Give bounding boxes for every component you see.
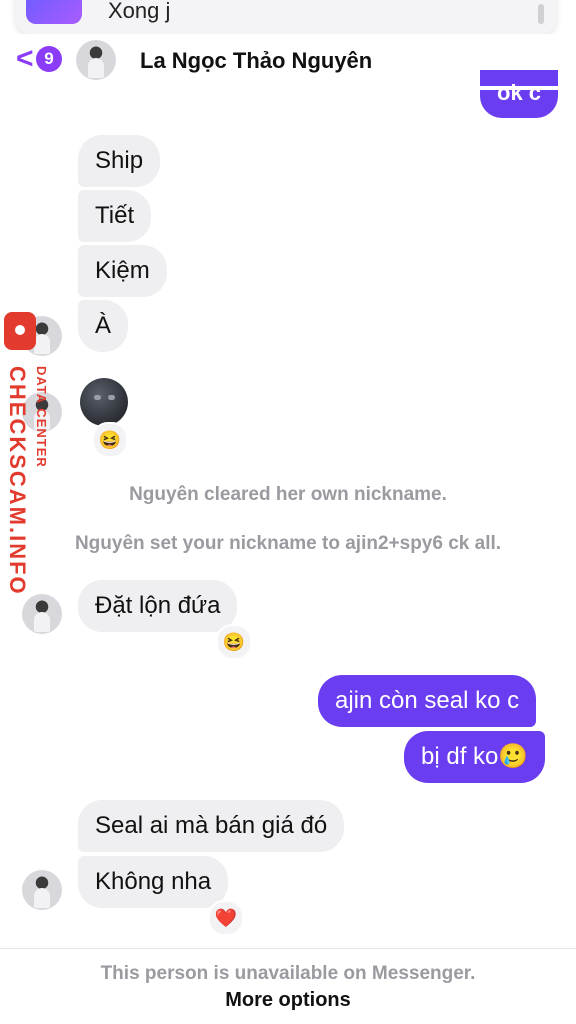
watermark-lock-icon bbox=[4, 312, 36, 350]
back-chevron-icon[interactable]: < bbox=[16, 44, 34, 74]
incoming-message[interactable]: Đặt lộn đứa bbox=[78, 580, 238, 632]
unavailable-notice: This person is unavailable on Messenger. bbox=[100, 963, 476, 984]
contact-avatar[interactable] bbox=[76, 40, 116, 80]
messenger-app-icon bbox=[26, 0, 82, 24]
incoming-message[interactable]: Không nha bbox=[78, 856, 229, 908]
incoming-message[interactable]: Tiết bbox=[78, 190, 152, 242]
notification-text: Xong j bbox=[108, 0, 171, 23]
incoming-message[interactable]: Kiệm bbox=[78, 245, 167, 297]
footer-divider bbox=[0, 948, 576, 949]
reaction-badge[interactable]: 😆 bbox=[92, 422, 128, 458]
outgoing-message[interactable]: ajin còn seal ko c bbox=[318, 675, 537, 727]
incoming-message[interactable]: À bbox=[78, 300, 129, 352]
moon-eye bbox=[108, 395, 115, 400]
sender-avatar[interactable] bbox=[22, 870, 62, 910]
notification-banner[interactable]: Xong j bbox=[16, 0, 556, 36]
reaction-badge[interactable]: 😆 bbox=[216, 624, 252, 660]
system-message: Nguyên cleared her own nickname. bbox=[129, 484, 447, 505]
watermark-text: CHECKSCAM.INFO bbox=[5, 366, 30, 596]
watermark-subtext: DATA CENTER bbox=[34, 366, 49, 468]
notification-handle bbox=[538, 4, 544, 24]
incoming-message[interactable]: Seal ai mà bán giá đó bbox=[78, 800, 345, 852]
system-message: Nguyên set your nickname to ajin2+spy6 c… bbox=[74, 533, 502, 554]
contact-name[interactable]: La Ngọc Thảo Nguyên bbox=[140, 48, 372, 74]
new-moon-face-icon[interactable] bbox=[80, 378, 128, 426]
unread-count-badge[interactable]: 9 bbox=[36, 46, 62, 72]
more-options-link[interactable]: More options bbox=[0, 989, 576, 1012]
header-edge bbox=[0, 86, 576, 90]
heart-reaction-badge[interactable]: ❤️ bbox=[208, 900, 244, 936]
outgoing-message[interactable]: bị df ko🥲 bbox=[404, 731, 546, 783]
incoming-message[interactable]: Ship bbox=[78, 135, 161, 187]
outgoing-message[interactable]: ok c bbox=[480, 70, 559, 118]
sender-avatar[interactable] bbox=[22, 594, 62, 634]
moon-eye bbox=[94, 395, 101, 400]
